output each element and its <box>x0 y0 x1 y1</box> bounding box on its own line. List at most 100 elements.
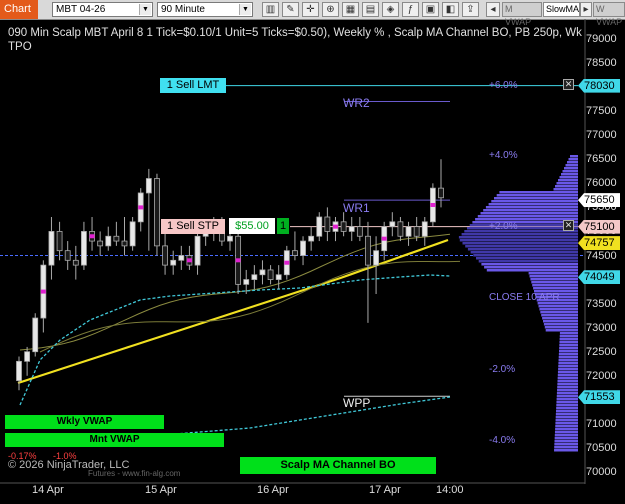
profile-bar <box>554 446 578 449</box>
tpo-marker <box>40 289 46 294</box>
sell-limit-order-label[interactable]: 1 Sell LMT <box>160 78 226 93</box>
candle <box>48 217 55 280</box>
profile-bar <box>556 401 578 404</box>
price-axis-label: 76500 <box>586 153 617 166</box>
indicator-toggle-slowma[interactable]: SlowMA <box>543 2 580 17</box>
profile-bar <box>491 200 578 203</box>
candle <box>97 231 104 256</box>
tpo-volume-profile <box>458 155 578 452</box>
profile-bar <box>558 353 578 356</box>
profile-bar <box>544 326 578 329</box>
instrument-selector[interactable]: MBT 04-26 ▼ <box>52 2 153 17</box>
profile-bar <box>458 236 578 239</box>
profile-bar <box>467 227 578 230</box>
tpo-marker <box>430 202 436 207</box>
pct-label-minus2: -2.0% <box>489 364 516 375</box>
crosshair-icon[interactable]: ✛ <box>302 2 319 17</box>
candle-body <box>72 259 79 266</box>
profile-bar <box>486 269 578 272</box>
candle <box>429 183 436 227</box>
profile-bar <box>559 347 578 350</box>
profile-bar <box>559 335 578 338</box>
bar-style-icon[interactable]: ▥ <box>262 2 279 17</box>
candle <box>348 217 355 242</box>
price-axis-label: 70000 <box>586 466 617 478</box>
price-axis-label: 71000 <box>586 417 617 430</box>
profile-bar <box>556 407 578 410</box>
scroll-left-icon[interactable]: ◂ <box>486 2 500 17</box>
tpo-marker <box>235 258 241 263</box>
candle-body <box>105 235 112 247</box>
pct-label-plus2: +2.0% <box>489 221 518 232</box>
candle-body <box>32 317 39 353</box>
position-quantity[interactable]: 1 <box>277 218 289 234</box>
candle-body <box>373 250 379 266</box>
price-axis-label: 73500 <box>586 297 617 310</box>
strategies-icon[interactable]: ◈ <box>382 2 399 17</box>
profile-bar <box>528 272 578 275</box>
chart-tab[interactable]: Chart <box>0 0 38 19</box>
sell-stop-order-label[interactable]: 1 Sell STP <box>161 219 225 234</box>
wkly-vwap-box: Wkly VWAP <box>5 415 164 429</box>
properties-icon[interactable]: ▦ <box>342 2 359 17</box>
candle <box>356 217 363 242</box>
profile-bar <box>556 404 578 407</box>
candle-body <box>267 269 274 280</box>
price-axis-label: 77500 <box>586 105 617 118</box>
tpo-marker <box>89 234 95 239</box>
profile-bar <box>481 263 578 266</box>
data-box-icon[interactable]: ◧ <box>442 2 459 17</box>
candle-body <box>48 231 55 266</box>
profile-bar <box>465 245 578 248</box>
profile-bar <box>462 242 578 245</box>
chevron-down-icon: ▼ <box>139 4 151 15</box>
price-axis-label: 79000 <box>586 33 617 45</box>
interval-value: 90 Minute <box>161 4 205 15</box>
candle <box>81 221 87 270</box>
indicator-toggle-w-vwap[interactable]: W VWAP <box>593 2 625 27</box>
interval-selector[interactable]: 90 Minute ▼ <box>157 2 253 17</box>
price-tag: 71553 <box>578 390 620 405</box>
price-tag: 75100 <box>578 219 620 234</box>
templates-icon[interactable]: ▤ <box>362 2 379 17</box>
profile-bar <box>554 431 578 434</box>
candle-body <box>162 245 168 266</box>
indicators-icon[interactable]: ƒ <box>402 2 419 17</box>
profile-bar <box>554 440 578 443</box>
profile-bar <box>464 230 578 233</box>
candle <box>129 217 136 251</box>
candle <box>137 188 144 232</box>
share-icon[interactable]: ⇪ <box>462 2 479 17</box>
candle-body <box>97 240 104 247</box>
profile-bar <box>556 410 578 413</box>
mnt-vwap-box: Mnt VWAP <box>5 433 224 447</box>
zoom-icon[interactable]: ⊕ <box>322 2 339 17</box>
tpo-marker <box>186 258 192 263</box>
pct-label-plus6: +6.0% <box>489 80 518 91</box>
draw-tool-icon[interactable]: ✎ <box>282 2 299 17</box>
tpo-marker <box>333 224 338 229</box>
chart-canvas[interactable] <box>0 19 625 504</box>
time-axis-label: 17 Apr <box>369 484 401 496</box>
candle-body <box>413 226 420 237</box>
candle-body <box>389 221 396 228</box>
profile-bar <box>554 437 578 440</box>
candle-body <box>324 216 331 232</box>
watermark-text: Futures - www.fin-alg.com <box>88 469 181 478</box>
time-axis-label: 16 Apr <box>257 484 289 496</box>
price-axis-label: 70500 <box>586 441 617 454</box>
chart-trader-icon[interactable]: ▣ <box>422 2 439 17</box>
price-axis-label: 77000 <box>586 129 617 142</box>
profile-bar <box>543 323 578 326</box>
scroll-right-icon[interactable]: ▸ <box>580 2 592 17</box>
profile-bar <box>557 371 578 374</box>
candle-body <box>356 226 363 237</box>
indicator-toggle-m-vwap[interactable]: M VWAP <box>502 2 542 27</box>
chart-title-line2: TPO <box>8 41 32 53</box>
close-order-icon[interactable]: ✕ <box>563 79 574 90</box>
candle <box>267 265 274 285</box>
candle <box>32 313 39 357</box>
close-position-icon[interactable]: ✕ <box>563 220 574 231</box>
profile-bar <box>561 173 578 176</box>
candle-body <box>397 221 404 237</box>
